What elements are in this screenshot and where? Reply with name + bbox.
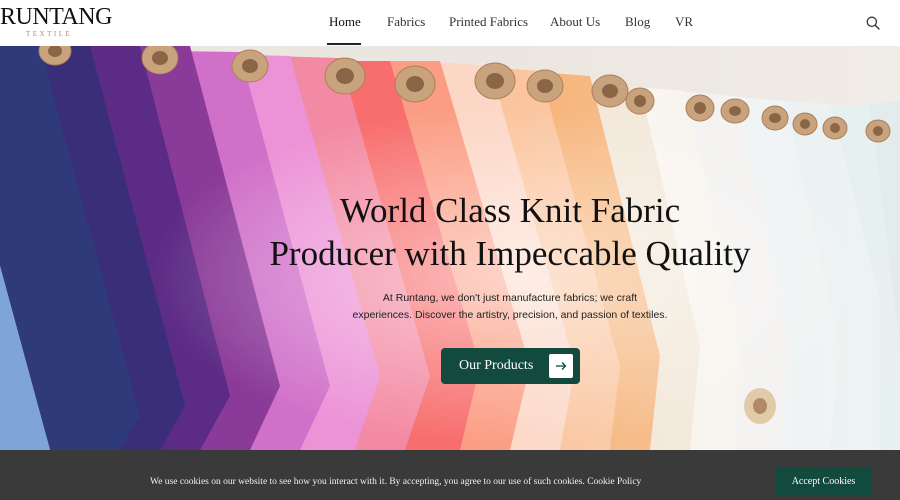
- hero-section: World Class Knit Fabric Producer with Im…: [0, 46, 900, 450]
- cookie-message: We use cookies on our website to see how…: [150, 477, 641, 487]
- site-header: RUNTANG TEXTILE Home Fabrics Printed Fab…: [0, 0, 900, 46]
- nav-item-home[interactable]: Home: [329, 14, 361, 30]
- active-nav-indicator: [327, 43, 361, 45]
- cookie-policy-link[interactable]: Cookie Policy: [587, 477, 641, 487]
- hero-title-line-2: Producer with Impeccable Quality: [269, 234, 751, 273]
- our-products-button[interactable]: Our Products: [441, 348, 580, 384]
- cookie-consent-bar: We use cookies on our website to see how…: [0, 450, 900, 500]
- hero-subtitle-line-1: At Runtang, we don't just manufacture fa…: [382, 292, 638, 304]
- nav-item-printed-fabrics[interactable]: Printed Fabrics: [449, 14, 528, 30]
- nav-item-blog[interactable]: Blog: [625, 14, 650, 30]
- hero-title: World Class Knit Fabric Producer with Im…: [200, 189, 820, 275]
- hero-subtitle-line-2: experiences. Discover the artistry, prec…: [352, 309, 668, 321]
- arrow-right-icon: [549, 354, 573, 378]
- hero-subtitle: At Runtang, we don't just manufacture fa…: [330, 290, 690, 324]
- accept-cookies-label: Accept Cookies: [791, 476, 856, 487]
- cookie-message-text: We use cookies on our website to see how…: [150, 477, 585, 487]
- our-products-label: Our Products: [459, 358, 534, 373]
- nav-item-fabrics[interactable]: Fabrics: [387, 14, 425, 30]
- hero-title-line-1: World Class Knit Fabric: [339, 191, 681, 230]
- main-nav: Home Fabrics Printed Fabrics About Us Bl…: [0, 0, 900, 46]
- accept-cookies-button[interactable]: Accept Cookies: [775, 468, 872, 496]
- nav-item-about-us[interactable]: About Us: [550, 14, 600, 30]
- search-icon[interactable]: [866, 16, 880, 30]
- nav-item-vr[interactable]: VR: [675, 14, 693, 30]
